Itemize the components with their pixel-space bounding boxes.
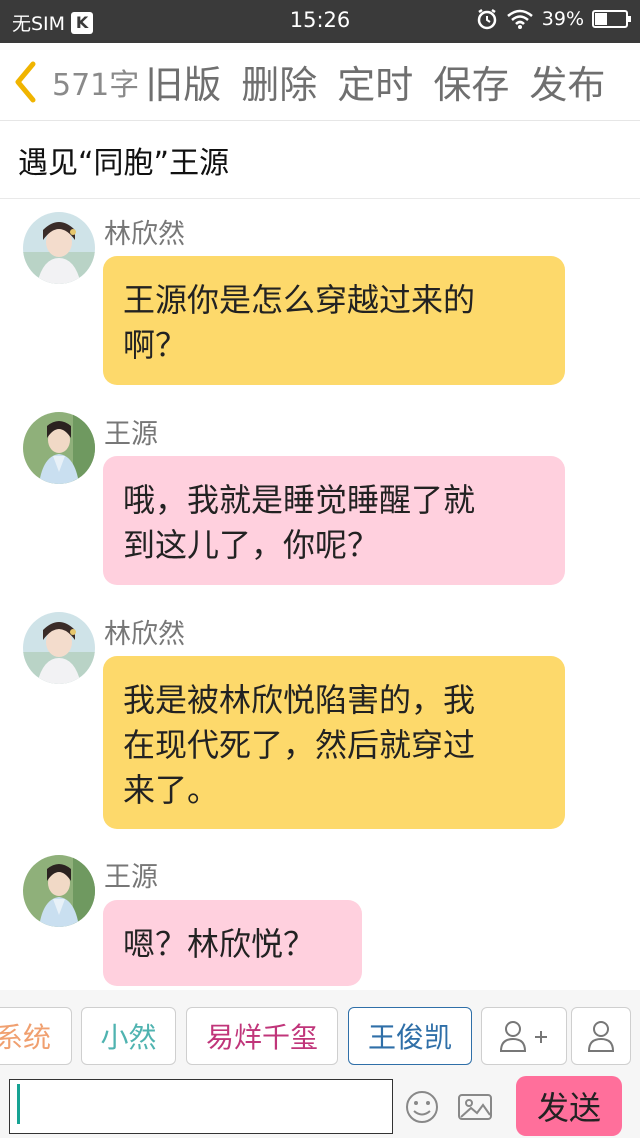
battery-fill [595,13,607,25]
old-version-button[interactable]: 旧版 [143,54,231,109]
person-icon [587,1021,615,1052]
battery-icon [592,10,631,28]
message-bubble[interactable]: 我是被林欣悦陷害的，我 在现代死了，然后就穿过 来了。 [103,656,565,829]
avatar[interactable] [23,412,95,484]
character-label: 系统 [0,1021,51,1054]
character-manager-button[interactable] [571,1007,631,1065]
send-button[interactable]: 发送 [516,1076,622,1136]
character-label: 易烊千玺 [205,1021,318,1054]
message-input-bar: 发送 [0,1073,640,1138]
text-cursor [17,1084,20,1124]
story-title-row[interactable]: 遇见“同胞”王源 [0,121,640,199]
add-character-button[interactable] [481,1007,567,1065]
character-button-system[interactable]: 系统 [0,1007,72,1065]
wifi-icon [506,9,533,29]
avatar[interactable] [23,212,95,284]
back-button[interactable] [0,43,52,121]
editor-toolbar: 571字 旧版 删除 定时 保存 发布 [0,43,640,121]
battery-percent: 39% [541,8,584,30]
word-count: 571字 [52,67,140,103]
avatar[interactable] [23,612,95,684]
image-icon[interactable] [455,1087,495,1127]
message-input[interactable] [9,1079,393,1134]
avatar[interactable] [23,855,95,927]
publish-button[interactable]: 发布 [519,54,615,109]
message-bubble[interactable]: 王源你是怎么穿越过来的 啊？ [103,256,565,385]
message-line: 到这儿了，你呢？ [123,526,380,564]
chat-list: 林欣然 王源你是怎么穿越过来的 啊？ 王源 哦，我就是睡觉睡醒了就 到这儿了，你… [0,200,640,990]
timer-button[interactable]: 定时 [327,54,423,109]
sender-name: 林欣然 [104,219,185,250]
character-selector: 系统 小然 易烊千玺 王俊凯 [0,990,640,1073]
story-title: 遇见“同胞”王源 [18,145,230,181]
message-line: 哦，我就是睡觉睡醒了就 [123,481,476,519]
message-line: 来了。 [123,771,220,809]
status-bar: 无SIM K 15:26 39% [0,0,640,43]
back-chevron-icon [15,61,36,102]
emoji-icon[interactable] [402,1087,442,1127]
sender-name: 林欣然 [104,619,185,650]
character-label: 小然 [100,1021,157,1054]
character-button-yiyangqianxi[interactable]: 易烊千玺 [186,1007,338,1065]
sender-name: 王源 [104,419,158,450]
avatar-image [23,612,95,684]
status-icons: 39% [476,8,631,30]
message-line: 我是被林欣悦陷害的，我 [123,681,476,719]
sender-name: 王源 [104,862,158,893]
message-bubble[interactable]: 哦，我就是睡觉睡醒了就 到这儿了，你呢？ [103,456,565,585]
message-line: 嗯？林欣悦？ [123,925,316,963]
save-button[interactable]: 保存 [423,54,519,109]
delete-button[interactable]: 删除 [231,54,327,109]
avatar-image [23,212,95,284]
avatar-image [23,412,95,484]
message-line: 王源你是怎么穿越过来的 [123,281,476,319]
avatar-image [23,855,95,927]
character-button-wangjunkai[interactable]: 王俊凯 [348,1007,472,1065]
character-button-xiaoran[interactable]: 小然 [81,1007,176,1065]
message-line: 啊？ [123,326,188,364]
add-person-icon [499,1021,547,1052]
character-label: 王俊凯 [367,1021,452,1054]
alarm-icon [477,8,497,30]
message-line: 在现代死了，然后就穿过 [123,726,476,764]
message-bubble[interactable]: 嗯？林欣悦？ [103,900,362,986]
